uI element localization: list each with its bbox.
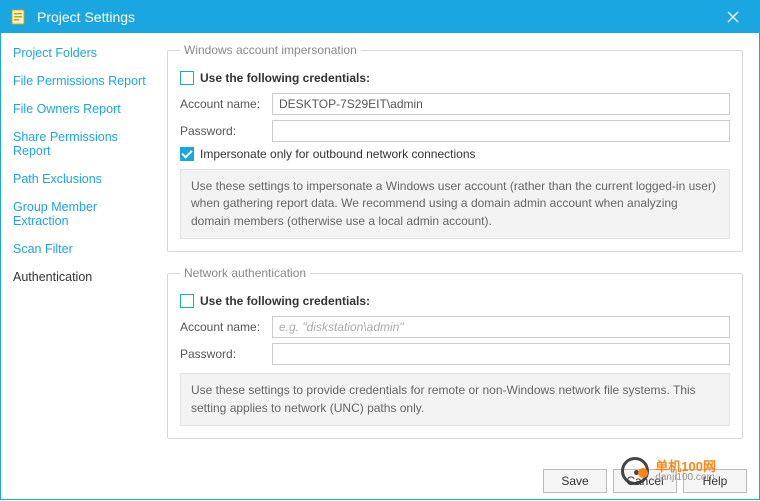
network-auth-account-label: Account name: (180, 320, 266, 334)
cancel-button[interactable]: Cancel (613, 469, 677, 493)
sidebar-item-share-permissions-report[interactable]: Share Permissions Report (1, 123, 161, 165)
network-auth-password-input[interactable] (272, 343, 730, 365)
sidebar-item-project-folders[interactable]: Project Folders (1, 39, 161, 67)
network-auth-password-label: Password: (180, 347, 266, 361)
impersonation-legend: Windows account impersonation (180, 43, 361, 57)
sidebar-item-authentication[interactable]: Authentication (1, 263, 161, 291)
impersonation-info: Use these settings to impersonate a Wind… (180, 169, 730, 239)
impersonation-password-input[interactable] (272, 120, 730, 142)
title-bar: Project Settings (1, 1, 760, 33)
impersonation-account-input[interactable] (272, 93, 730, 115)
network-auth-group: Network authentication Use the following… (167, 266, 743, 439)
network-auth-legend: Network authentication (180, 266, 310, 280)
window-title: Project Settings (37, 9, 713, 25)
sidebar-item-file-owners-report[interactable]: File Owners Report (1, 95, 161, 123)
main-area: Project Folders File Permissions Report … (1, 33, 760, 463)
impersonation-use-creds-label: Use the following credentials: (200, 71, 370, 85)
network-auth-use-creds-checkbox[interactable] (180, 294, 194, 308)
sidebar-item-file-permissions-report[interactable]: File Permissions Report (1, 67, 161, 95)
impersonation-use-creds-checkbox[interactable] (180, 71, 194, 85)
network-auth-account-input[interactable] (272, 316, 730, 338)
footer: Save Cancel Help (1, 463, 760, 499)
sidebar: Project Folders File Permissions Report … (1, 33, 161, 463)
impersonation-password-label: Password: (180, 124, 266, 138)
impersonation-group: Windows account impersonation Use the fo… (167, 43, 743, 252)
impersonation-outbound-only-checkbox[interactable] (180, 147, 194, 161)
network-auth-info: Use these settings to provide credential… (180, 373, 730, 426)
content-panel: Windows account impersonation Use the fo… (161, 33, 760, 463)
network-auth-use-creds-label: Use the following credentials: (200, 294, 370, 308)
app-icon (9, 7, 29, 27)
sidebar-item-path-exclusions[interactable]: Path Exclusions (1, 165, 161, 193)
sidebar-item-group-member-extraction[interactable]: Group Member Extraction (1, 193, 161, 235)
sidebar-item-scan-filter[interactable]: Scan Filter (1, 235, 161, 263)
save-button[interactable]: Save (543, 469, 607, 493)
help-button[interactable]: Help (683, 469, 747, 493)
impersonation-outbound-only-label: Impersonate only for outbound network co… (200, 147, 476, 161)
close-button[interactable] (713, 1, 753, 33)
impersonation-account-label: Account name: (180, 97, 266, 111)
